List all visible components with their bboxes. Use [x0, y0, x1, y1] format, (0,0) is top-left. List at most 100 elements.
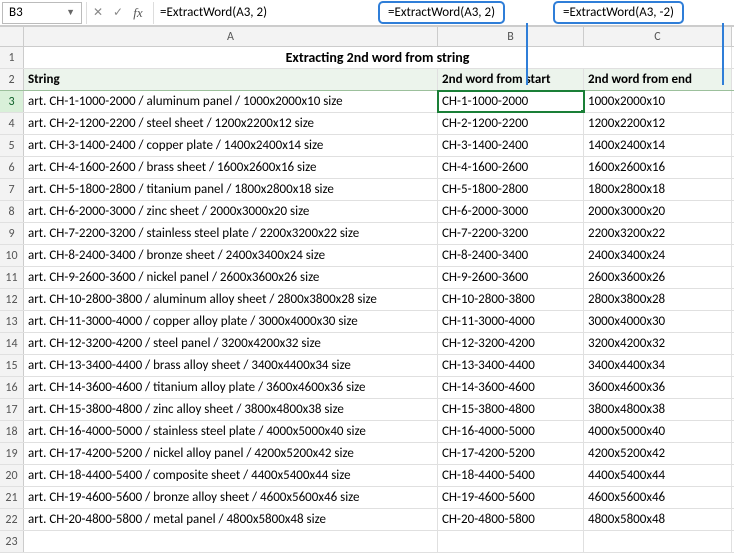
- cell-word-from-end[interactable]: 1600x2600x16: [584, 157, 732, 178]
- cell-word-from-start[interactable]: CH-9-2600-3600: [438, 267, 584, 288]
- row-number[interactable]: 3: [0, 91, 24, 112]
- cell-word-from-end[interactable]: 4800x5800x48: [584, 509, 732, 530]
- row-number[interactable]: 8: [0, 201, 24, 222]
- cell-word-from-end[interactable]: 2200x3200x22: [584, 223, 732, 244]
- row-number[interactable]: 12: [0, 289, 24, 310]
- select-all-corner[interactable]: [0, 27, 24, 46]
- row-number[interactable]: 5: [0, 135, 24, 156]
- cell-word-from-end[interactable]: 1000x2000x10: [584, 91, 732, 112]
- fx-icon[interactable]: fx: [129, 4, 147, 22]
- cell-word-from-end[interactable]: 3000x4000x30: [584, 311, 732, 332]
- cell-word-from-start[interactable]: CH-20-4800-5800: [438, 509, 584, 530]
- cell-word-from-end[interactable]: 2000x3000x20: [584, 201, 732, 222]
- row-number[interactable]: 6: [0, 157, 24, 178]
- row-number[interactable]: 17: [0, 399, 24, 420]
- cell-string[interactable]: art. CH-18-4400-5400 / composite sheet /…: [24, 465, 438, 486]
- row-number[interactable]: 20: [0, 465, 24, 486]
- row-number[interactable]: 4: [0, 113, 24, 134]
- cell-word-from-end[interactable]: 2600x3600x26: [584, 267, 732, 288]
- cell-string[interactable]: art. CH-19-4600-5600 / bronze alloy shee…: [24, 487, 438, 508]
- cell-word-from-start[interactable]: CH-17-4200-5200: [438, 443, 584, 464]
- col-header-b[interactable]: B: [438, 27, 584, 46]
- cell-word-from-start[interactable]: CH-8-2400-3400: [438, 245, 584, 266]
- cell-string[interactable]: art. CH-4-1600-2600 / brass sheet / 1600…: [24, 157, 438, 178]
- row-number[interactable]: 16: [0, 377, 24, 398]
- row-number[interactable]: 9: [0, 223, 24, 244]
- cell-word-from-start[interactable]: CH-7-2200-3200: [438, 223, 584, 244]
- cell-word-from-start[interactable]: CH-16-4000-5000: [438, 421, 584, 442]
- name-box[interactable]: B3 ▼: [2, 2, 82, 24]
- cell-string[interactable]: art. CH-9-2600-3600 / nickel panel / 260…: [24, 267, 438, 288]
- row-number[interactable]: 10: [0, 245, 24, 266]
- cell-word-from-end[interactable]: 1400x2400x14: [584, 135, 732, 156]
- cell-word-from-end[interactable]: 3400x4400x34: [584, 355, 732, 376]
- cell-word-from-end[interactable]: 4200x5200x42: [584, 443, 732, 464]
- col-header-c[interactable]: C: [584, 27, 732, 46]
- title-cell[interactable]: Extracting 2nd word from string: [24, 47, 732, 68]
- header-c[interactable]: 2nd word from end: [584, 69, 732, 90]
- cell-word-from-start[interactable]: CH-14-3600-4600: [438, 377, 584, 398]
- row-number[interactable]: 2: [0, 69, 24, 90]
- header-a[interactable]: String: [24, 69, 438, 90]
- cell-string[interactable]: art. CH-6-2000-3000 / zinc sheet / 2000x…: [24, 201, 438, 222]
- cancel-icon[interactable]: ✕: [89, 4, 107, 22]
- cell-word-from-start[interactable]: CH-4-1600-2600: [438, 157, 584, 178]
- cell-word-from-end[interactable]: 4600x5600x46: [584, 487, 732, 508]
- cell-string[interactable]: art. CH-2-1200-2200 / steel sheet / 1200…: [24, 113, 438, 134]
- row-number[interactable]: 13: [0, 311, 24, 332]
- cell-word-from-end[interactable]: 1200x2200x12: [584, 113, 732, 134]
- cell-string[interactable]: art. CH-20-4800-5800 / metal panel / 480…: [24, 509, 438, 530]
- row-number[interactable]: 22: [0, 509, 24, 530]
- cell-word-from-start[interactable]: CH-5-1800-2800: [438, 179, 584, 200]
- cell-string[interactable]: art. CH-12-3200-4200 / steel panel / 320…: [24, 333, 438, 354]
- row-number[interactable]: 18: [0, 421, 24, 442]
- cell-word-from-start[interactable]: CH-19-4600-5600: [438, 487, 584, 508]
- cell-string[interactable]: art. CH-5-1800-2800 / titanium panel / 1…: [24, 179, 438, 200]
- row-number[interactable]: 11: [0, 267, 24, 288]
- cell-word-from-end[interactable]: 2800x3800x28: [584, 289, 732, 310]
- cell-word-from-end[interactable]: 3200x4200x32: [584, 333, 732, 354]
- cell-word-from-end[interactable]: 4400x5400x44: [584, 465, 732, 486]
- cell-string[interactable]: art. CH-1-1000-2000 / aluminum panel / 1…: [24, 91, 438, 112]
- empty-cell[interactable]: [584, 531, 732, 552]
- cell-word-from-start[interactable]: CH-18-4400-5400: [438, 465, 584, 486]
- cell-string[interactable]: art. CH-14-3600-4600 / titanium alloy pl…: [24, 377, 438, 398]
- cell-string[interactable]: art. CH-11-3000-4000 / copper alloy plat…: [24, 311, 438, 332]
- col-header-a[interactable]: A: [24, 27, 438, 46]
- cell-word-from-start[interactable]: CH-1-1000-2000: [438, 91, 584, 112]
- cell-word-from-end[interactable]: 4000x5000x40: [584, 421, 732, 442]
- chevron-down-icon[interactable]: ▼: [66, 7, 75, 18]
- row-number[interactable]: 1: [0, 47, 24, 68]
- cell-word-from-start[interactable]: CH-13-3400-4400: [438, 355, 584, 376]
- header-b[interactable]: 2nd word from start: [438, 69, 584, 90]
- cell-word-from-start[interactable]: CH-15-3800-4800: [438, 399, 584, 420]
- row-number[interactable]: 7: [0, 179, 24, 200]
- cell-word-from-end[interactable]: 3800x4800x38: [584, 399, 732, 420]
- cell-string[interactable]: art. CH-7-2200-3200 / stainless steel pl…: [24, 223, 438, 244]
- cell-string[interactable]: art. CH-10-2800-3800 / aluminum alloy sh…: [24, 289, 438, 310]
- cell-word-from-end[interactable]: 1800x2800x18: [584, 179, 732, 200]
- cell-word-from-end[interactable]: 3600x4600x36: [584, 377, 732, 398]
- cell-word-from-start[interactable]: CH-2-1200-2200: [438, 113, 584, 134]
- cell-word-from-start[interactable]: CH-12-3200-4200: [438, 333, 584, 354]
- accept-icon[interactable]: ✓: [109, 4, 127, 22]
- cell-string[interactable]: art. CH-8-2400-3400 / bronze sheet / 240…: [24, 245, 438, 266]
- row-number[interactable]: 15: [0, 355, 24, 376]
- cell-string[interactable]: art. CH-3-1400-2400 / copper plate / 140…: [24, 135, 438, 156]
- cell-word-from-start[interactable]: CH-11-3000-4000: [438, 311, 584, 332]
- cell-string[interactable]: art. CH-17-4200-5200 / nickel alloy pane…: [24, 443, 438, 464]
- row-number[interactable]: 19: [0, 443, 24, 464]
- empty-cell[interactable]: [438, 531, 584, 552]
- row-number[interactable]: 23: [0, 531, 24, 552]
- row-number[interactable]: 14: [0, 333, 24, 354]
- cell-word-from-end[interactable]: 2400x3400x24: [584, 245, 732, 266]
- formula-input[interactable]: =ExtractWord(A3, 2): [153, 2, 732, 24]
- empty-cell[interactable]: [24, 531, 438, 552]
- cell-word-from-start[interactable]: CH-3-1400-2400: [438, 135, 584, 156]
- cell-string[interactable]: art. CH-16-4000-5000 / stainless steel p…: [24, 421, 438, 442]
- row-number[interactable]: 21: [0, 487, 24, 508]
- cell-word-from-start[interactable]: CH-6-2000-3000: [438, 201, 584, 222]
- cell-string[interactable]: art. CH-13-3400-4400 / brass alloy sheet…: [24, 355, 438, 376]
- cell-string[interactable]: art. CH-15-3800-4800 / zinc alloy sheet …: [24, 399, 438, 420]
- cell-word-from-start[interactable]: CH-10-2800-3800: [438, 289, 584, 310]
